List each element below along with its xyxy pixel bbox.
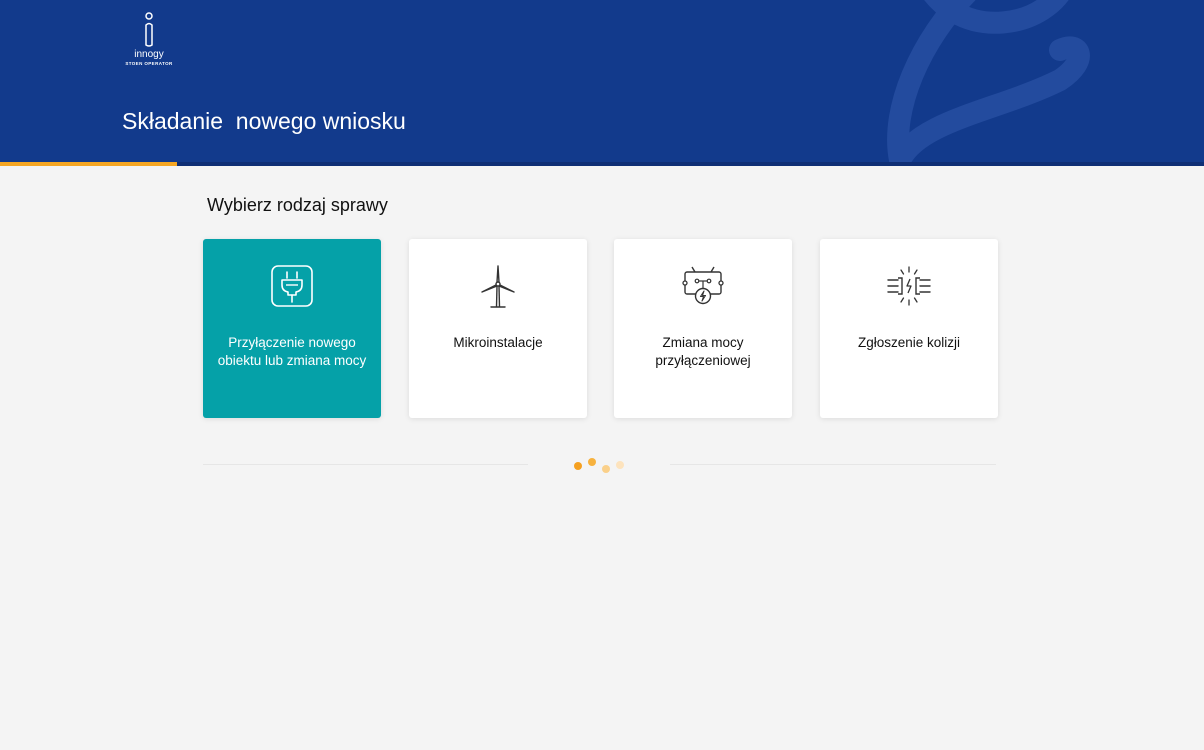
- card-collision-report[interactable]: Zgłoszenie kolizji: [820, 239, 998, 418]
- loading-dot: [616, 461, 624, 469]
- card-microinstallations[interactable]: Mikroinstalacje: [409, 239, 587, 418]
- innogy-i-icon: [145, 12, 153, 47]
- divider-left: [203, 464, 528, 465]
- logo-brand-sub: STOEN OPERATOR: [125, 61, 173, 66]
- plug-icon: [203, 264, 381, 312]
- case-type-cards: Przyłączenie nowego obiektu lub zmiana m…: [203, 239, 998, 419]
- loading-dot: [574, 462, 582, 470]
- header-underline: [0, 162, 1204, 166]
- card-label: Przyłączenie nowego obiektu lub zmiana m…: [217, 335, 367, 368]
- card-label: Zgłoszenie kolizji: [857, 335, 961, 350]
- card-label: Zmiana mocy przyłączeniowej: [655, 335, 751, 368]
- divider-right: [670, 464, 996, 465]
- page-title: Składanie nowego wniosku: [122, 108, 406, 134]
- card-new-connection[interactable]: Przyłączenie nowego obiektu lub zmiana m…: [203, 239, 381, 418]
- section-title: Wybierz rodzaj sprawy: [207, 195, 388, 215]
- page-header: innogy STOEN OPERATOR Składanie nowego w…: [0, 0, 1204, 166]
- card-power-change[interactable]: Zmiana mocy przyłączeniowej: [614, 239, 792, 418]
- loading-dot: [602, 465, 610, 473]
- wind-turbine-icon: [409, 264, 587, 312]
- header-progress-bar: [0, 162, 177, 166]
- logo-brand-name: innogy: [134, 49, 164, 60]
- collision-spark-icon: [820, 264, 998, 312]
- loading-dot: [588, 458, 596, 466]
- loading-spinner: [570, 455, 630, 477]
- power-circuit-icon: [614, 264, 792, 312]
- card-label: Mikroinstalacje: [453, 335, 543, 350]
- brand-swirl-decoration: [887, 0, 1090, 166]
- innogy-logo[interactable]: innogy STOEN OPERATOR: [122, 12, 176, 74]
